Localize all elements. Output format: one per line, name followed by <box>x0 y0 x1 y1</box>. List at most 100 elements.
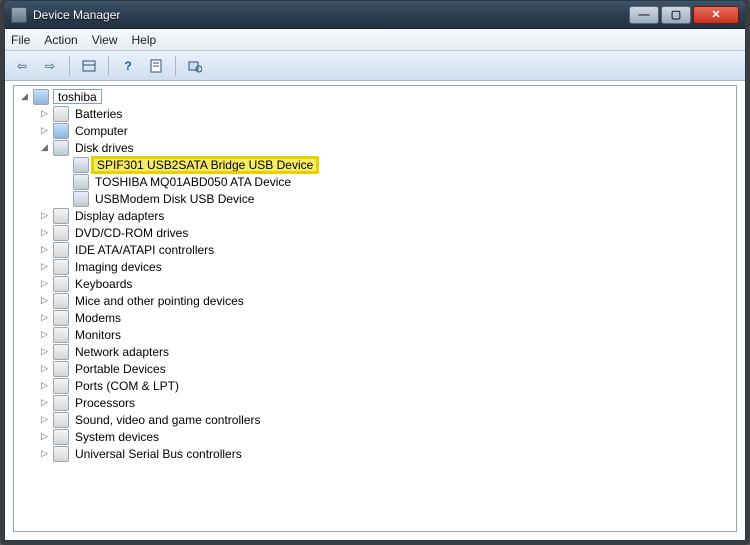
expand-toggle[interactable]: ▷ <box>38 379 51 392</box>
menu-help[interactable]: Help <box>132 33 157 47</box>
category-usb[interactable]: ▷ Universal Serial Bus controllers <box>38 445 736 462</box>
expand-toggle[interactable]: ▷ <box>38 311 51 324</box>
category-monitors[interactable]: ▷ Monitors <box>38 326 736 343</box>
category-batteries[interactable]: ▷ Batteries <box>38 105 736 122</box>
drive-icon <box>73 191 89 207</box>
category-label: Universal Serial Bus controllers <box>73 447 244 461</box>
tree-root[interactable]: ◢ toshiba <box>18 88 736 105</box>
expand-toggle[interactable]: ▷ <box>38 447 51 460</box>
properties-button[interactable] <box>145 55 167 77</box>
device-label: USBModem Disk USB Device <box>93 192 256 206</box>
category-processors[interactable]: ▷ Processors <box>38 394 736 411</box>
menubar: File Action View Help <box>5 29 745 51</box>
expand-toggle[interactable]: ▷ <box>38 107 51 120</box>
category-label: Network adapters <box>73 345 171 359</box>
expand-toggle[interactable]: ▷ <box>38 294 51 307</box>
computer-icon <box>53 123 69 139</box>
category-ide[interactable]: ▷ IDE ATA/ATAPI controllers <box>38 241 736 258</box>
maximize-button[interactable]: ▢ <box>661 6 691 24</box>
network-icon <box>53 344 69 360</box>
expand-toggle[interactable]: ▷ <box>38 328 51 341</box>
category-dvd[interactable]: ▷ DVD/CD-ROM drives <box>38 224 736 241</box>
titlebar[interactable]: Device Manager — ▢ ✕ <box>5 1 745 29</box>
expand-toggle[interactable]: ▷ <box>38 430 51 443</box>
category-label: Mice and other pointing devices <box>73 294 246 308</box>
toolbar-separator <box>108 56 109 76</box>
category-label: Computer <box>73 124 130 138</box>
category-keyboards[interactable]: ▷ Keyboards <box>38 275 736 292</box>
back-button[interactable]: ⇦ <box>11 55 33 77</box>
minimize-icon: — <box>639 9 650 21</box>
computer-icon <box>33 89 49 105</box>
category-sound[interactable]: ▷ Sound, video and game controllers <box>38 411 736 428</box>
drive-icon <box>73 174 89 190</box>
monitor-icon <box>53 327 69 343</box>
category-portable[interactable]: ▷ Portable Devices <box>38 360 736 377</box>
keyboard-icon <box>53 276 69 292</box>
toolbar: ⇦ ⇨ ? <box>5 51 745 81</box>
menu-view[interactable]: View <box>92 33 118 47</box>
minimize-button[interactable]: — <box>629 6 659 24</box>
category-label: Modems <box>73 311 123 325</box>
drive-icon <box>73 157 89 173</box>
back-icon: ⇦ <box>17 59 27 73</box>
collapse-toggle[interactable]: ◢ <box>38 141 51 154</box>
category-computer[interactable]: ▷ Computer <box>38 122 736 139</box>
expand-toggle[interactable]: ▷ <box>38 396 51 409</box>
close-button[interactable]: ✕ <box>693 6 739 24</box>
category-label: Display adapters <box>73 209 166 223</box>
device-spif301[interactable]: SPIF301 USB2SATA Bridge USB Device <box>58 156 736 173</box>
category-label: Ports (COM & LPT) <box>73 379 181 393</box>
expand-toggle[interactable]: ▷ <box>38 124 51 137</box>
menu-file[interactable]: File <box>11 33 30 47</box>
expand-toggle[interactable]: ▷ <box>38 345 51 358</box>
help-button[interactable]: ? <box>117 55 139 77</box>
portable-icon <box>53 361 69 377</box>
expand-toggle[interactable]: ▷ <box>38 260 51 273</box>
mouse-icon <box>53 293 69 309</box>
scan-icon <box>188 59 202 73</box>
panel-icon <box>82 59 96 73</box>
expand-toggle[interactable]: ▷ <box>38 243 51 256</box>
category-label: Monitors <box>73 328 123 342</box>
collapse-toggle[interactable]: ◢ <box>18 90 31 103</box>
category-network[interactable]: ▷ Network adapters <box>38 343 736 360</box>
category-modems[interactable]: ▷ Modems <box>38 309 736 326</box>
category-disk-drives[interactable]: ◢ Disk drives <box>38 139 736 156</box>
port-icon <box>53 378 69 394</box>
expand-toggle[interactable]: ▷ <box>38 226 51 239</box>
app-icon <box>11 7 27 23</box>
category-system[interactable]: ▷ System devices <box>38 428 736 445</box>
expand-toggle[interactable]: ▷ <box>38 277 51 290</box>
category-label: Processors <box>73 396 137 410</box>
device-toshiba-ata[interactable]: TOSHIBA MQ01ABD050 ATA Device <box>58 173 736 190</box>
system-icon <box>53 429 69 445</box>
root-label: toshiba <box>53 89 102 104</box>
device-tree-pane[interactable]: ◢ toshiba ▷ Batteries ▷ Comp <box>13 85 737 532</box>
content-area: ◢ toshiba ▷ Batteries ▷ Comp <box>5 81 745 540</box>
category-label: Batteries <box>73 107 124 121</box>
expand-toggle[interactable]: ▷ <box>38 209 51 222</box>
help-icon: ? <box>124 59 131 73</box>
expand-toggle[interactable]: ▷ <box>38 362 51 375</box>
category-ports[interactable]: ▷ Ports (COM & LPT) <box>38 377 736 394</box>
cpu-icon <box>53 395 69 411</box>
category-mice[interactable]: ▷ Mice and other pointing devices <box>38 292 736 309</box>
forward-button[interactable]: ⇨ <box>39 55 61 77</box>
category-label: DVD/CD-ROM drives <box>73 226 190 240</box>
category-label: Disk drives <box>73 141 136 155</box>
category-label: Portable Devices <box>73 362 168 376</box>
window-title: Device Manager <box>33 8 120 22</box>
expand-toggle[interactable]: ▷ <box>38 413 51 426</box>
camera-icon <box>53 259 69 275</box>
toolbar-separator <box>69 56 70 76</box>
maximize-icon: ▢ <box>671 8 681 21</box>
scan-hardware-button[interactable] <box>184 55 206 77</box>
device-label: TOSHIBA MQ01ABD050 ATA Device <box>93 175 293 189</box>
show-hidden-button[interactable] <box>78 55 100 77</box>
device-usbmodem-disk[interactable]: USBModem Disk USB Device <box>58 190 736 207</box>
category-label: Keyboards <box>73 277 134 291</box>
category-imaging[interactable]: ▷ Imaging devices <box>38 258 736 275</box>
category-display-adapters[interactable]: ▷ Display adapters <box>38 207 736 224</box>
menu-action[interactable]: Action <box>44 33 77 47</box>
